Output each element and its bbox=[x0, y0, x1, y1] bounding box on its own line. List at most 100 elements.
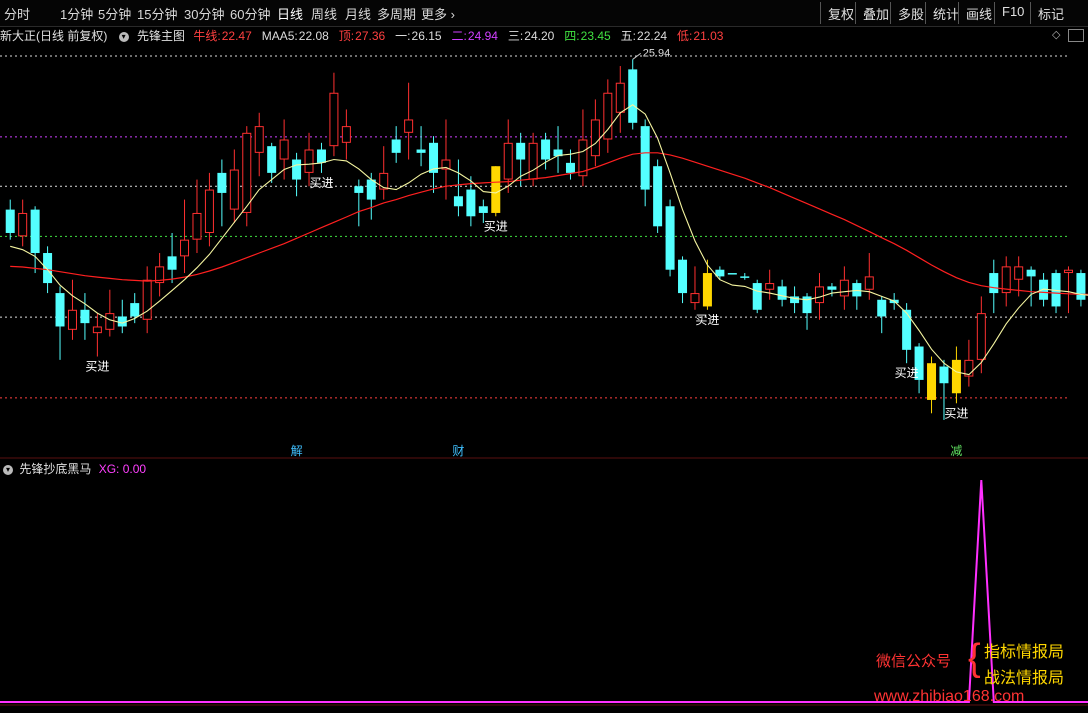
candle-body bbox=[180, 239, 190, 257]
candle[interactable] bbox=[92, 313, 102, 357]
buy-signal-label: 买进 bbox=[85, 360, 109, 374]
buy-signal-label: 买进 bbox=[944, 406, 968, 420]
candle[interactable] bbox=[765, 269, 775, 300]
candle[interactable] bbox=[839, 266, 849, 310]
candle[interactable] bbox=[379, 146, 389, 200]
candle[interactable] bbox=[964, 339, 974, 387]
candle[interactable] bbox=[217, 159, 227, 227]
candle-body bbox=[628, 69, 638, 123]
watermark-url: www.zhibiao168.com bbox=[874, 688, 1025, 705]
candle[interactable] bbox=[30, 206, 40, 274]
candle[interactable] bbox=[951, 346, 961, 404]
candle[interactable] bbox=[902, 303, 912, 364]
candle[interactable] bbox=[354, 179, 364, 227]
candle-body bbox=[304, 149, 314, 173]
candle[interactable] bbox=[204, 172, 214, 247]
candle-body bbox=[665, 206, 675, 270]
sub-indicator-name[interactable]: 先锋抄底黑马 bbox=[19, 462, 91, 476]
candle[interactable] bbox=[1076, 269, 1086, 307]
candle[interactable] bbox=[416, 126, 426, 167]
candle[interactable] bbox=[640, 119, 650, 207]
candle[interactable] bbox=[727, 273, 737, 275]
event-marker-0[interactable]: 解 bbox=[291, 444, 303, 458]
event-marker-1[interactable]: 财 bbox=[452, 444, 464, 458]
candle[interactable] bbox=[715, 266, 725, 280]
candle[interactable] bbox=[852, 279, 862, 310]
candle[interactable] bbox=[117, 299, 127, 334]
candle[interactable] bbox=[628, 59, 638, 130]
candle[interactable] bbox=[429, 136, 439, 193]
scroll-up-icon[interactable] bbox=[1068, 29, 1084, 42]
candle[interactable] bbox=[603, 79, 613, 153]
candle[interactable] bbox=[702, 259, 712, 310]
candle[interactable] bbox=[242, 126, 252, 227]
candle[interactable] bbox=[989, 259, 999, 314]
candle[interactable] bbox=[229, 149, 239, 223]
candle-body bbox=[1026, 269, 1036, 277]
candle-body bbox=[379, 172, 389, 190]
candle-body bbox=[204, 189, 214, 233]
candle[interactable] bbox=[1026, 266, 1036, 307]
candle[interactable] bbox=[105, 289, 115, 337]
candle[interactable] bbox=[653, 159, 663, 233]
candle-body bbox=[951, 359, 961, 394]
candle[interactable] bbox=[1051, 269, 1061, 314]
candle[interactable] bbox=[752, 279, 762, 314]
candle[interactable] bbox=[578, 109, 588, 187]
candle[interactable] bbox=[80, 293, 90, 340]
candle[interactable] bbox=[254, 112, 264, 177]
candle-body bbox=[354, 186, 364, 193]
diamond-icon[interactable]: ◇ bbox=[1052, 28, 1060, 41]
event-marker-2[interactable]: 减 bbox=[950, 444, 962, 458]
candle[interactable] bbox=[142, 266, 152, 334]
candle-body bbox=[902, 309, 912, 350]
candle[interactable] bbox=[877, 296, 887, 334]
candle[interactable] bbox=[615, 66, 625, 133]
candle[interactable] bbox=[740, 273, 750, 280]
candle-body bbox=[105, 313, 115, 330]
candle-body bbox=[541, 139, 551, 160]
candle[interactable] bbox=[1063, 266, 1073, 314]
candle[interactable] bbox=[690, 266, 700, 310]
candle[interactable] bbox=[67, 279, 77, 340]
candle[interactable] bbox=[155, 253, 165, 297]
candle[interactable] bbox=[1001, 256, 1011, 307]
candle-body bbox=[391, 139, 401, 153]
candle-body bbox=[1076, 273, 1086, 300]
sub-indicator-info: ▾ 先锋抄底黑马 XG: 0.00 bbox=[0, 460, 146, 477]
candle-body bbox=[341, 126, 351, 143]
candle[interactable] bbox=[777, 279, 787, 307]
candle[interactable] bbox=[391, 126, 401, 163]
candle[interactable] bbox=[441, 119, 451, 200]
candle[interactable] bbox=[316, 142, 326, 173]
candle-body bbox=[727, 273, 737, 275]
candle[interactable] bbox=[329, 72, 339, 157]
candle[interactable] bbox=[5, 199, 15, 240]
candle[interactable] bbox=[790, 286, 800, 314]
candle-body bbox=[678, 259, 688, 294]
watermark-wechat: 微信公众号 bbox=[876, 653, 952, 670]
candle[interactable] bbox=[167, 232, 177, 284]
candle-body bbox=[640, 126, 650, 190]
sub-indicator-menu-icon[interactable]: ▾ bbox=[3, 464, 13, 475]
candle[interactable] bbox=[55, 286, 65, 360]
candle[interactable] bbox=[553, 126, 563, 173]
candle-body bbox=[839, 279, 849, 297]
candle[interactable] bbox=[590, 99, 600, 167]
candle[interactable] bbox=[279, 119, 289, 180]
candle[interactable] bbox=[18, 199, 28, 247]
candle-body bbox=[653, 166, 663, 227]
candle[interactable] bbox=[292, 152, 302, 197]
candle[interactable] bbox=[192, 179, 202, 254]
candle[interactable] bbox=[665, 199, 675, 277]
candle-body bbox=[5, 209, 15, 233]
candle[interactable] bbox=[453, 159, 463, 217]
candle-body bbox=[976, 313, 986, 360]
candle-body bbox=[67, 309, 77, 330]
candle[interactable] bbox=[341, 109, 351, 160]
candle-body bbox=[777, 286, 787, 300]
candle[interactable] bbox=[404, 82, 414, 160]
kline-chart[interactable]: 买进买进买进买进买进买进买进买进25.9421.52解财减 bbox=[0, 0, 1088, 713]
candle[interactable] bbox=[678, 256, 688, 304]
candle[interactable] bbox=[927, 356, 937, 414]
